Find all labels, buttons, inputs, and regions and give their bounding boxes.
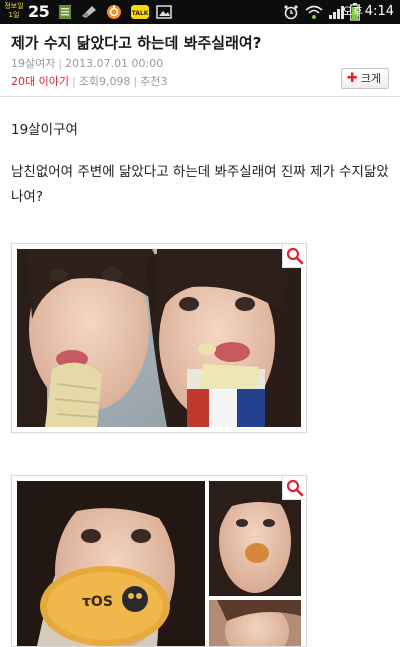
category-link[interactable]: 20대 이야기 [11, 75, 69, 88]
article-title: 제가 수지 닮았다고 하는데 봐주실래여? [11, 34, 262, 52]
view-count: 조회9,098 [78, 75, 131, 88]
status-date-line1: 정보일 [4, 2, 24, 10]
svg-text:τOS: τOS [82, 594, 113, 610]
meta-divider: | [58, 57, 63, 70]
zoom-button[interactable] [282, 476, 306, 500]
status-bar: 정보일 1일 25 TALK 오후 4:14 [0, 0, 400, 24]
article-photo-2[interactable]: τOS [11, 475, 307, 647]
article-meta-author: 19살여자 | 2013.07.01 00:00 [11, 55, 163, 71]
memo-icon [58, 4, 72, 24]
kakaotalk-icon: TALK [130, 4, 150, 24]
post-date: 2013.07.01 00:00 [65, 57, 164, 70]
plus-icon: ✚ [346, 71, 358, 86]
kakaotalk-label: TALK [132, 10, 149, 17]
magnifier-icon [286, 479, 304, 497]
notification-icon [106, 4, 122, 24]
status-ampm: 오후 [342, 5, 363, 18]
author-name[interactable]: 19살여자 [11, 57, 55, 70]
gallery-icon [156, 4, 172, 24]
status-day: 25 [28, 2, 50, 21]
enlarge-label: 크게 [360, 72, 381, 85]
meta-divider: | [133, 75, 138, 88]
photo-1-image [17, 249, 301, 427]
alarm-icon [283, 4, 299, 24]
status-time: 4:14 [364, 4, 394, 19]
article-photo-1[interactable] [11, 243, 307, 433]
article-header: 제가 수지 닮았다고 하는데 봐주실래여? 19살여자 | 2013.07.01 0… [0, 24, 400, 97]
magnifier-icon [286, 247, 304, 265]
enlarge-text-button[interactable]: ✚ 크게 [340, 68, 389, 89]
body-paragraph-1: 19살이구여 [11, 122, 78, 138]
meta-divider: | [71, 75, 76, 88]
photo-2-image: τOS [17, 481, 301, 646]
wifi-icon [305, 4, 323, 24]
article-meta-stats: 20대 이야기 | 조회9,098 | 추천3 [11, 73, 167, 89]
body-paragraph-2: 남친없어여 주변에 닮았다고 하는데 봐주실래여 진짜 제가 수지닮았나여? [11, 164, 389, 205]
usb-icon [80, 4, 98, 24]
status-date-line2: 1일 [8, 11, 20, 19]
status-clock: 오후 4:14 [343, 4, 394, 20]
zoom-button[interactable] [282, 244, 306, 268]
status-date: 정보일 1일 [3, 2, 25, 20]
recommend-count: 추천3 [140, 75, 168, 88]
